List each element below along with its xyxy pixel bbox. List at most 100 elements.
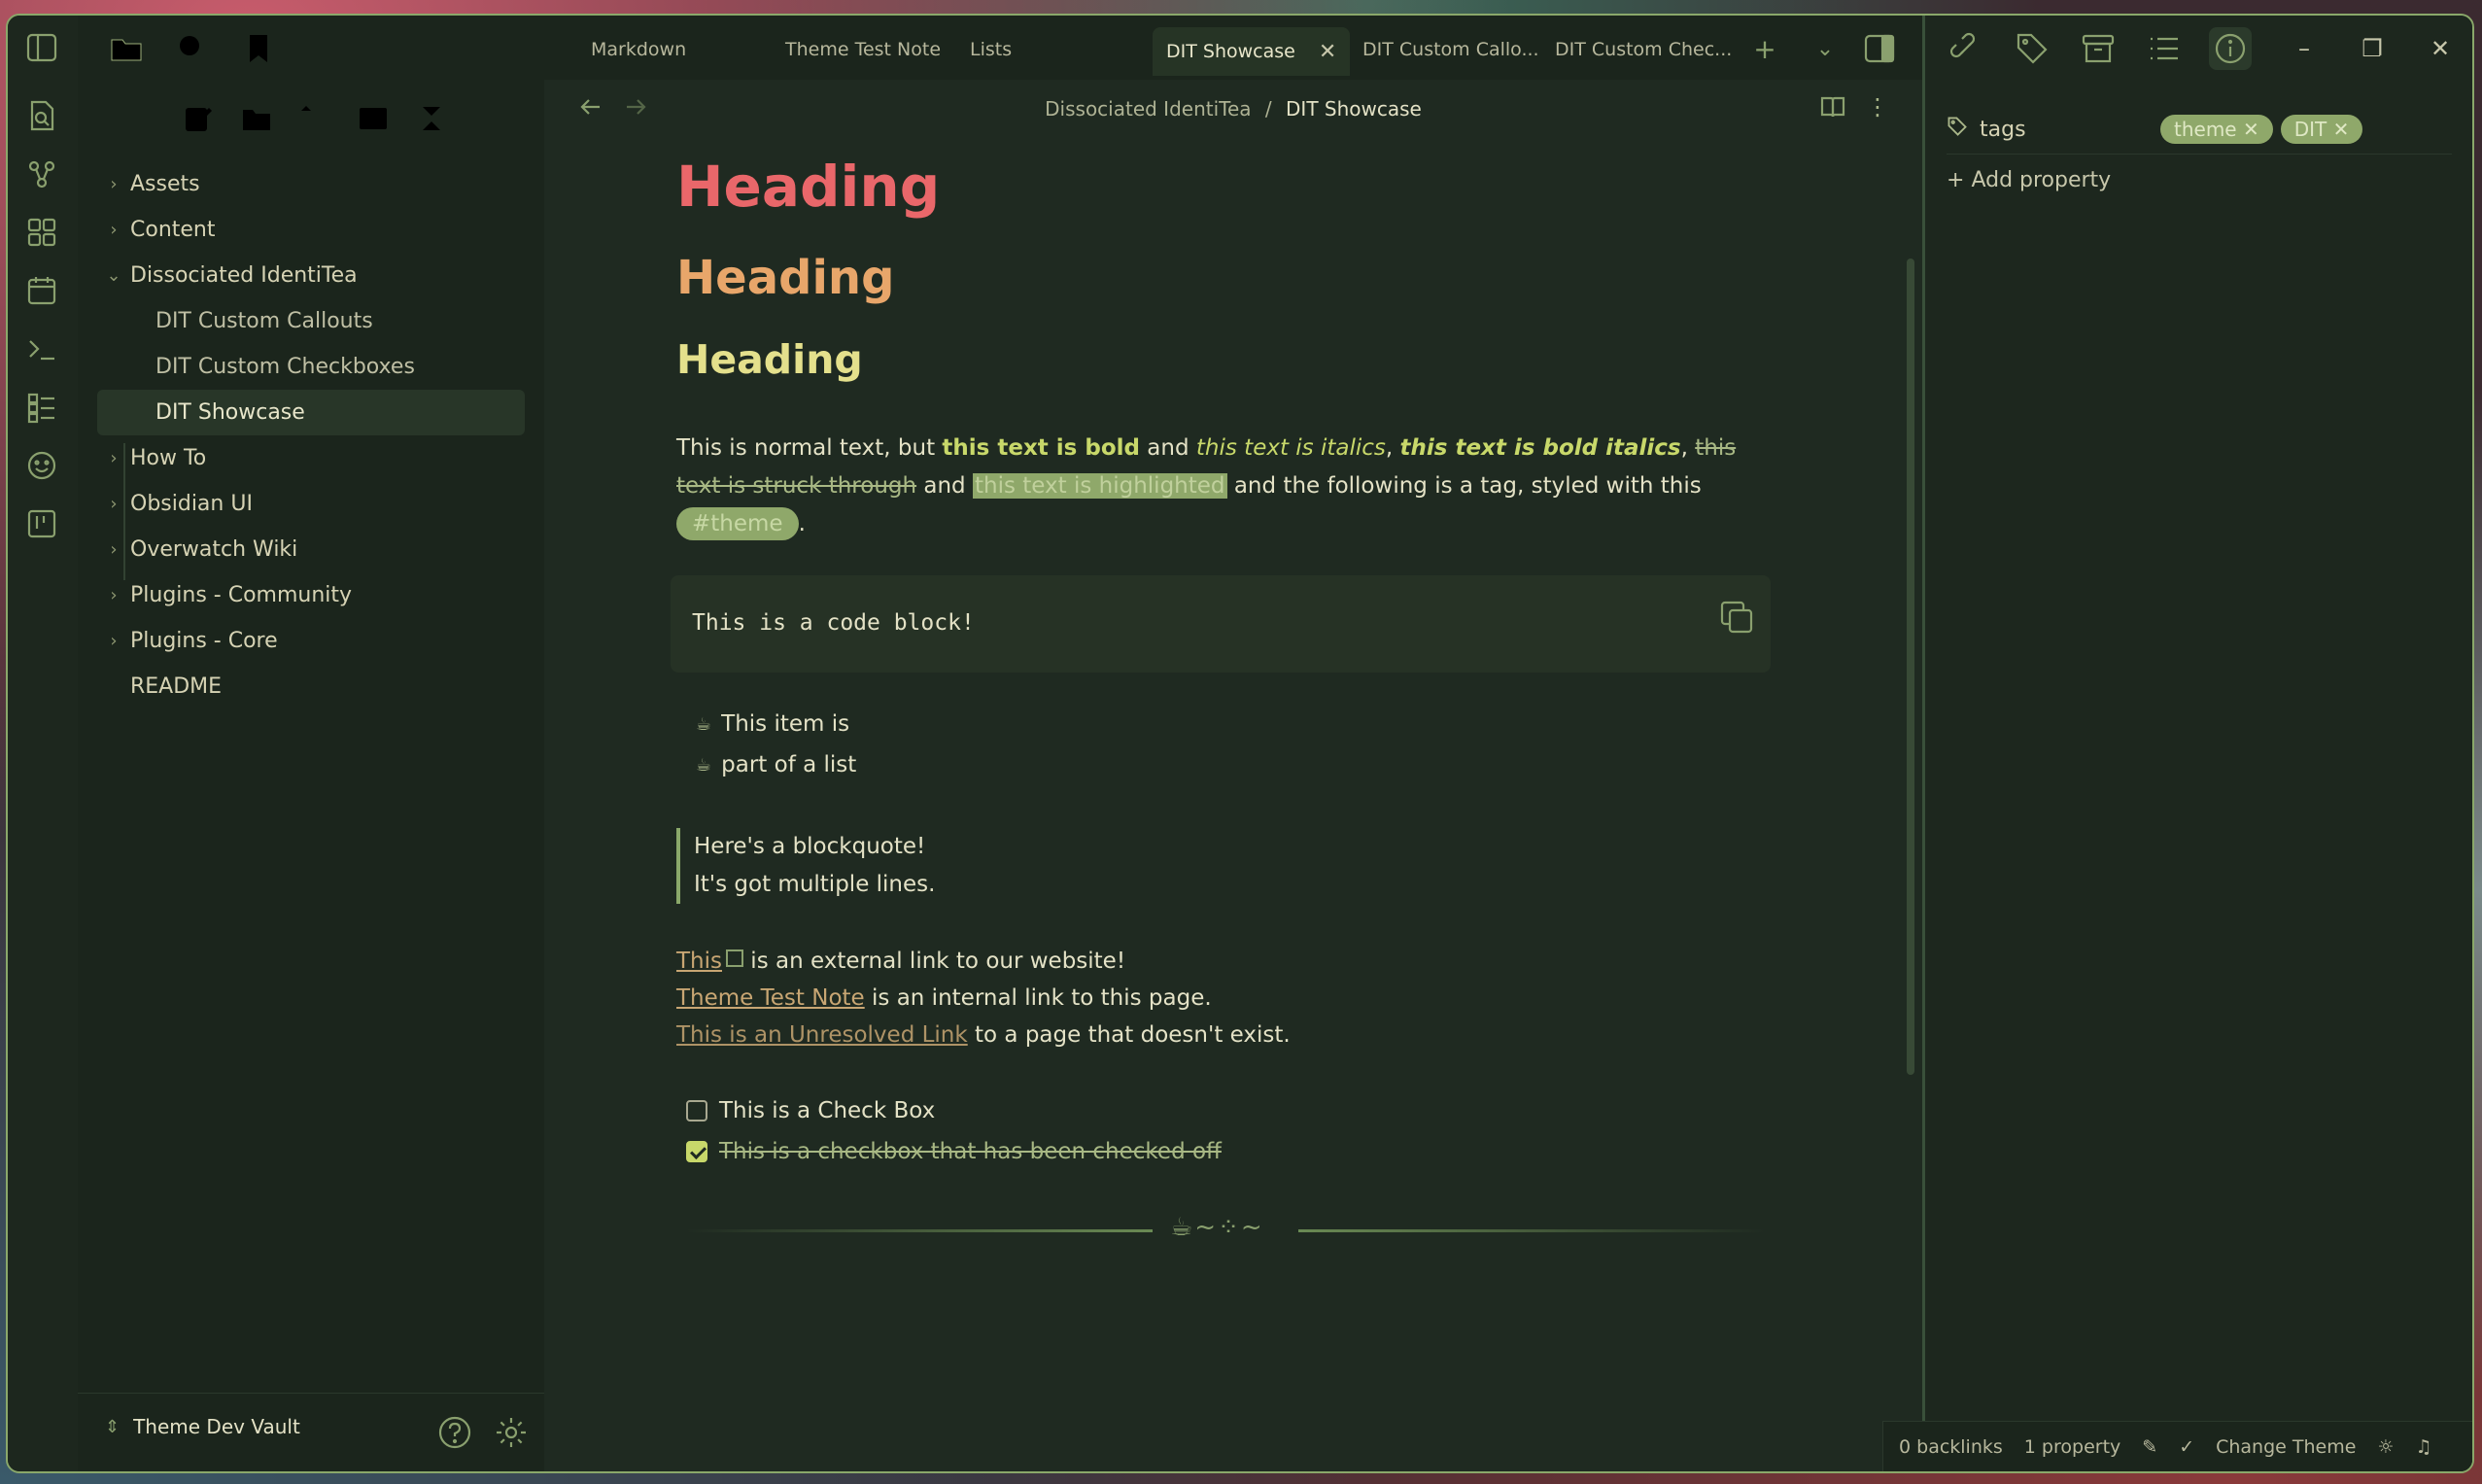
file-search-icon[interactable]: [21, 95, 62, 136]
link-description: is an internal link to this page.: [864, 985, 1212, 1011]
bullet-list: ☕ This item is ☕ part of a list: [696, 704, 856, 785]
tab-bar: Markdown Theme Test Note Lists DIT Showc…: [544, 16, 1922, 80]
tree-folder-how-to[interactable]: › How To: [97, 435, 525, 481]
tree-file-readme[interactable]: README: [97, 664, 525, 709]
tag-pill[interactable]: DIT ✕: [2280, 115, 2363, 144]
close-window-icon[interactable]: ✕: [2421, 31, 2460, 66]
chevron-right-icon: ›: [110, 174, 118, 194]
search-icon[interactable]: [171, 27, 214, 70]
sun-icon[interactable]: ☼: [2377, 1436, 2394, 1458]
chevron-right-icon: ›: [110, 448, 118, 468]
tree-folder-plugins-community[interactable]: › Plugins - Community: [97, 572, 525, 618]
properties-count[interactable]: 1 property: [2024, 1436, 2120, 1458]
link-icon[interactable]: [1945, 27, 1987, 70]
breadcrumb: Dissociated IdentiTea / DIT Showcase: [544, 97, 1922, 121]
archive-icon[interactable]: [2077, 27, 2120, 70]
list-icon[interactable]: [21, 387, 62, 428]
tab-dit-custom-checkboxes[interactable]: DIT Custom Chec...: [1555, 29, 1732, 70]
tree-folder-assets[interactable]: › Assets: [97, 161, 525, 207]
new-note-icon[interactable]: [177, 97, 220, 140]
remove-tag-icon[interactable]: ✕: [2333, 118, 2350, 141]
heading-2: Heading: [676, 251, 895, 305]
tab-lists[interactable]: Lists: [970, 29, 1012, 70]
tab-label: DIT Custom Chec...: [1555, 39, 1733, 60]
tag-icon[interactable]: [2011, 27, 2053, 70]
collapse-view-icon[interactable]: [352, 97, 395, 140]
smiley-icon[interactable]: [21, 445, 62, 486]
copy-icon[interactable]: [1718, 599, 1755, 639]
kanban-icon[interactable]: [21, 503, 62, 544]
tree-folder-overwatch-wiki[interactable]: › Overwatch Wiki: [97, 527, 525, 572]
new-tab-icon[interactable]: +: [1745, 29, 1784, 68]
view-header: Dissociated IdentiTea / DIT Showcase ⋮: [544, 84, 1922, 132]
tree-item-label: README: [130, 674, 223, 699]
tree-file-dit-custom-callouts[interactable]: DIT Custom Callouts: [97, 298, 525, 344]
text-fragment: and: [916, 473, 973, 499]
plus-icon: +: [1947, 168, 1972, 192]
property-key[interactable]: tags: [1980, 118, 2160, 142]
add-property-button[interactable]: + Add property: [1947, 168, 2452, 192]
sidebar-toggle-icon[interactable]: [21, 27, 62, 68]
task-text-done: This is a checkbox that has been checked…: [719, 1139, 1222, 1164]
close-tab-icon[interactable]: ✕: [1319, 40, 1336, 64]
edit-mode-icon[interactable]: ✎: [2142, 1436, 2157, 1458]
sort-icon[interactable]: [293, 97, 336, 140]
minimize-window-icon[interactable]: –: [2285, 31, 2324, 66]
tree-folder-dissociated-identitea[interactable]: ⌄ Dissociated IdentiTea: [97, 253, 525, 298]
checkbox-unchecked[interactable]: [686, 1100, 707, 1122]
tag-pill-label: theme: [2174, 118, 2237, 141]
tree-folder-content[interactable]: › Content: [97, 207, 525, 253]
tag-pill[interactable]: #theme: [676, 507, 799, 540]
collapse-all-icon[interactable]: [410, 97, 453, 140]
tab-theme-test-note[interactable]: Theme Test Note: [785, 29, 941, 70]
vault-switcher[interactable]: ⇕ Theme Dev Vault: [105, 1415, 300, 1438]
help-icon[interactable]: [433, 1411, 476, 1454]
status-bar: 0 backlinks 1 property ✎ ✓ Change Theme …: [1882, 1421, 2472, 1471]
sync-check-icon[interactable]: ✓: [2179, 1436, 2194, 1458]
chevron-up-down-icon: ⇕: [105, 1416, 121, 1437]
checkbox-checked[interactable]: [686, 1141, 707, 1162]
breadcrumb-current[interactable]: DIT Showcase: [1286, 97, 1422, 121]
bell-icon[interactable]: ♫: [2415, 1436, 2431, 1458]
tab-label: Markdown: [591, 39, 687, 60]
tab-dit-showcase[interactable]: DIT Showcase ✕: [1153, 27, 1351, 76]
breadcrumb-parent[interactable]: Dissociated IdentiTea: [1045, 97, 1251, 121]
restore-window-icon[interactable]: ❐: [2353, 31, 2392, 66]
canvas-icon[interactable]: [21, 212, 62, 253]
calendar-icon[interactable]: [21, 270, 62, 311]
tab-markdown[interactable]: Markdown: [591, 29, 686, 70]
right-sidebar-toggle-icon[interactable]: [1860, 29, 1899, 68]
graph-icon[interactable]: [21, 154, 62, 194]
tree-file-dit-custom-checkboxes[interactable]: DIT Custom Checkboxes: [97, 344, 525, 390]
info-icon[interactable]: [2209, 27, 2252, 70]
bookmark-icon[interactable]: [237, 27, 280, 70]
more-options-icon[interactable]: ⋮: [1860, 89, 1895, 124]
outline-icon[interactable]: [2143, 27, 2186, 70]
tree-item-label: How To: [130, 446, 207, 470]
new-folder-icon[interactable]: [235, 97, 278, 140]
text-fragment: ,: [1385, 435, 1400, 461]
gear-icon[interactable]: [490, 1411, 533, 1454]
text-fragment: and the following is a tag, styled with …: [1226, 473, 1702, 499]
tree-item-label: Plugins - Core: [130, 629, 278, 653]
vault-switcher-bar: ⇕ Theme Dev Vault: [78, 1393, 544, 1471]
tree-file-dit-showcase[interactable]: DIT Showcase: [97, 390, 525, 435]
tab-dit-custom-callouts[interactable]: DIT Custom Callo...: [1362, 29, 1539, 70]
scrollbar[interactable]: [1907, 259, 1914, 1075]
folder-icon[interactable]: [105, 27, 148, 70]
tab-list-chevron-icon[interactable]: ⌄: [1806, 29, 1844, 68]
tree-folder-plugins-core[interactable]: › Plugins - Core: [97, 618, 525, 664]
reading-view-icon[interactable]: [1815, 89, 1850, 124]
change-theme-button[interactable]: Change Theme: [2216, 1436, 2356, 1458]
tag-pill[interactable]: theme ✕: [2160, 115, 2273, 144]
remove-tag-icon[interactable]: ✕: [2243, 118, 2259, 141]
italic-text: this text is italics: [1195, 435, 1386, 461]
tree-item-label: Obsidian UI: [130, 492, 253, 516]
backlinks-count[interactable]: 0 backlinks: [1899, 1436, 2003, 1458]
unresolved-link[interactable]: This is an Unresolved Link: [676, 1022, 968, 1048]
tree-folder-obsidian-ui[interactable]: › Obsidian UI: [97, 481, 525, 527]
heading-1: Heading: [676, 154, 941, 220]
terminal-icon[interactable]: [21, 328, 62, 369]
external-link[interactable]: This: [676, 949, 722, 974]
internal-link[interactable]: Theme Test Note: [676, 985, 865, 1011]
